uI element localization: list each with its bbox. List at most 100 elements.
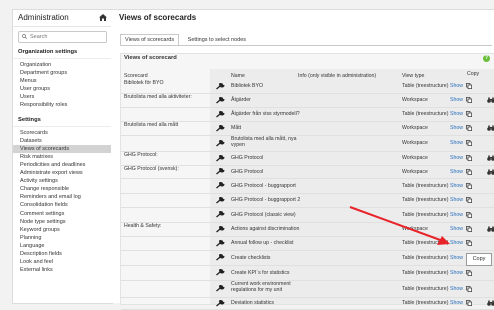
sidebar-item-description-fields[interactable]: Description fields bbox=[13, 250, 112, 258]
view-type-cell: Table (treestructure) bbox=[402, 197, 449, 203]
binoculars-icon[interactable] bbox=[487, 169, 494, 175]
show-link[interactable]: Show bbox=[450, 255, 463, 261]
copy-icon[interactable] bbox=[466, 285, 472, 292]
copy-icon[interactable] bbox=[466, 111, 472, 117]
sidebar-section-title: Settings bbox=[13, 115, 112, 127]
row-divider bbox=[121, 207, 494, 208]
show-link[interactable]: Show bbox=[450, 212, 463, 218]
wrench-icon[interactable] bbox=[216, 211, 225, 218]
row-divider bbox=[121, 178, 494, 179]
show-link[interactable]: Show bbox=[450, 197, 463, 203]
copy-icon[interactable] bbox=[466, 155, 472, 161]
row-divider bbox=[121, 193, 494, 194]
sidebar-item-users[interactable]: Users bbox=[13, 93, 112, 101]
wrench-icon[interactable] bbox=[216, 254, 225, 261]
sidebar-search[interactable] bbox=[18, 31, 107, 43]
copy-icon[interactable] bbox=[466, 226, 472, 232]
show-link[interactable]: Show bbox=[450, 286, 463, 292]
copy-icon[interactable] bbox=[466, 97, 472, 103]
scorecard-cell: Bibliotek för BYO bbox=[124, 80, 164, 86]
search-input[interactable] bbox=[30, 32, 105, 41]
wrench-icon[interactable] bbox=[216, 285, 225, 292]
sidebar-item-responsibility-roles[interactable]: Responsibility roles bbox=[13, 101, 112, 109]
binoculars-icon[interactable] bbox=[487, 226, 494, 232]
copy-icon[interactable] bbox=[466, 211, 472, 218]
wrench-icon[interactable] bbox=[216, 239, 225, 247]
wrench-icon[interactable] bbox=[216, 225, 225, 233]
view-name-cell: Current work environment regulations for… bbox=[231, 281, 291, 294]
sidebar-item-department-groups[interactable]: Department groups bbox=[13, 69, 112, 77]
binoculars-icon[interactable] bbox=[487, 155, 494, 161]
show-link[interactable]: Show bbox=[450, 125, 463, 131]
sidebar-item-comment-settings[interactable]: Comment settings bbox=[13, 210, 112, 218]
sidebar-item-keyword-groups[interactable]: Keyword groups bbox=[13, 226, 112, 234]
sidebar-item-activity-settings[interactable]: Activity settings bbox=[13, 177, 112, 185]
sidebar-item-consolidation-fields[interactable]: Consolidation fields bbox=[13, 201, 112, 209]
view-type-cell: Table (treestructure) bbox=[402, 83, 449, 89]
show-link[interactable]: Show bbox=[450, 169, 463, 175]
binoculars-icon[interactable] bbox=[487, 97, 494, 103]
wrench-icon[interactable] bbox=[216, 154, 225, 162]
show-link[interactable]: Show bbox=[450, 240, 463, 246]
sidebar-item-administrate-export-views[interactable]: Administrate export views bbox=[13, 169, 112, 177]
wrench-icon[interactable] bbox=[216, 82, 225, 90]
sidebar-item-user-groups[interactable]: User groups bbox=[13, 85, 112, 93]
panel-title: Views of scorecard bbox=[124, 55, 177, 61]
copy-icon[interactable] bbox=[466, 125, 472, 131]
row-divider bbox=[121, 297, 494, 298]
home-icon[interactable] bbox=[99, 14, 107, 21]
copy-icon[interactable] bbox=[466, 300, 472, 306]
view-type-cell: Workspace bbox=[402, 168, 428, 175]
sidebar-item-views-of-scorecards[interactable]: Views of scorecards bbox=[13, 144, 112, 153]
row-divider bbox=[121, 222, 494, 223]
show-link[interactable]: Show bbox=[450, 226, 463, 232]
wrench-icon[interactable] bbox=[216, 299, 225, 307]
wrench-icon[interactable] bbox=[216, 96, 225, 104]
view-type-cell: Table (treestructure) bbox=[402, 269, 449, 276]
show-link[interactable]: Show bbox=[450, 111, 463, 117]
show-link[interactable]: Show bbox=[450, 300, 463, 306]
wrench-icon[interactable] bbox=[216, 196, 225, 204]
sidebar-item-look-and-feel[interactable]: Look and feel bbox=[13, 258, 112, 266]
sidebar-item-scorecards[interactable]: Scorecards bbox=[13, 129, 112, 137]
sidebar-item-language[interactable]: Language bbox=[13, 242, 112, 250]
wrench-icon[interactable] bbox=[216, 269, 225, 276]
show-link[interactable]: Show bbox=[450, 97, 463, 103]
show-link[interactable]: Show bbox=[450, 140, 463, 146]
view-type-cell: Workspace bbox=[402, 226, 428, 232]
wrench-icon[interactable] bbox=[216, 182, 225, 189]
sidebar-item-change-responsible[interactable]: Change responsible bbox=[13, 185, 112, 193]
admin-sidebar: Administration Organization settingsOrga… bbox=[12, 9, 113, 304]
copy-icon[interactable] bbox=[466, 197, 472, 203]
copy-icon[interactable] bbox=[466, 269, 472, 276]
show-link[interactable]: Show bbox=[450, 183, 463, 189]
wrench-icon[interactable] bbox=[216, 168, 225, 175]
help-icon[interactable]: ? bbox=[483, 55, 490, 62]
wrench-icon[interactable] bbox=[216, 110, 225, 118]
sidebar-item-menus[interactable]: Menus bbox=[13, 77, 112, 85]
show-link[interactable]: Show bbox=[450, 270, 463, 276]
copy-icon[interactable] bbox=[466, 240, 472, 246]
sidebar-item-external-links[interactable]: External links bbox=[13, 266, 112, 274]
wrench-icon[interactable] bbox=[216, 139, 225, 147]
copy-icon[interactable] bbox=[466, 140, 472, 146]
view-name-cell: Åtgärder bbox=[231, 97, 251, 103]
copy-icon[interactable] bbox=[466, 83, 472, 89]
binoculars-icon[interactable] bbox=[487, 300, 494, 306]
search-icon bbox=[22, 34, 27, 39]
sidebar-item-periodicities-and-deadlines[interactable]: Periodicities and deadlines bbox=[13, 161, 112, 169]
sidebar-item-datasets[interactable]: Datasets bbox=[13, 137, 112, 145]
sidebar-item-reminders-and-email-log[interactable]: Reminders and email log bbox=[13, 193, 112, 201]
sidebar-item-planning[interactable]: Planning bbox=[13, 234, 112, 242]
show-link[interactable]: Show bbox=[450, 155, 463, 161]
sidebar-item-organization[interactable]: Organization bbox=[13, 61, 112, 69]
sidebar-item-risk-matrixes[interactable]: Risk matrixes bbox=[13, 153, 112, 161]
wrench-icon[interactable] bbox=[216, 124, 225, 132]
copy-icon[interactable] bbox=[466, 182, 472, 189]
show-link[interactable]: Show bbox=[450, 83, 463, 89]
view-type-cell: Table (treestructure) bbox=[402, 254, 449, 261]
copy-icon[interactable] bbox=[466, 168, 472, 175]
sidebar-section-title: Organization settings bbox=[13, 47, 112, 59]
binoculars-icon[interactable] bbox=[487, 125, 494, 131]
sidebar-item-node-type-settings[interactable]: Node type settings bbox=[13, 218, 112, 226]
